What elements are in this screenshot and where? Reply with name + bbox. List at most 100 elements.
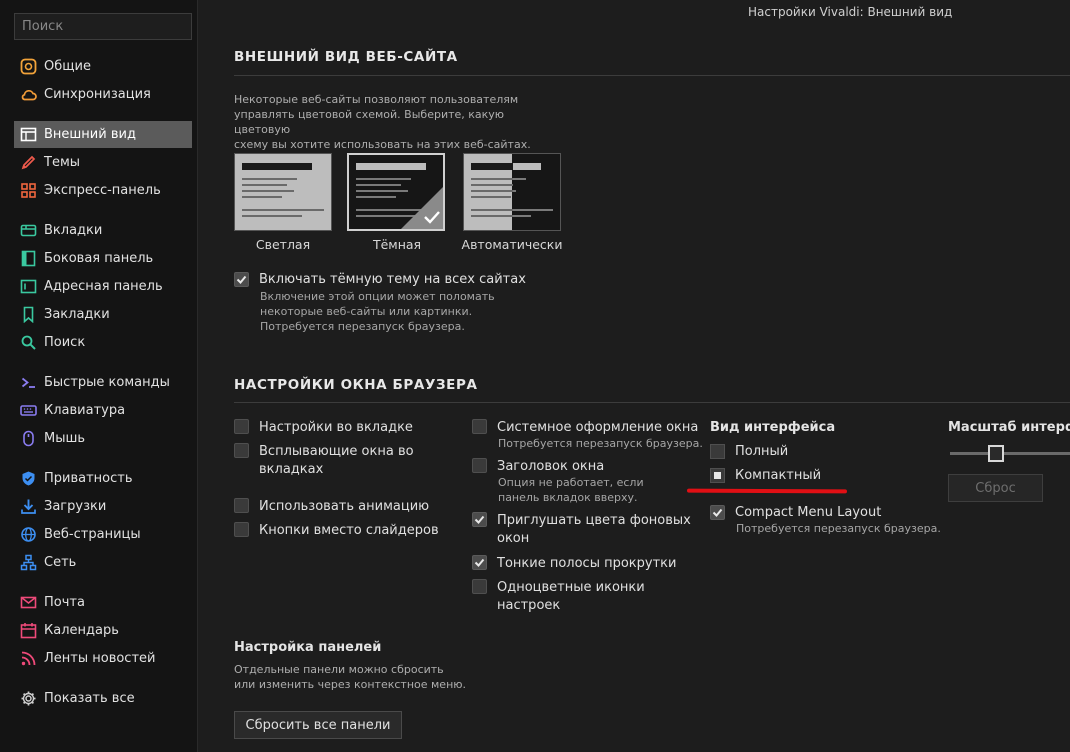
sidebar-item-sync[interactable]: Синхронизация	[14, 81, 192, 108]
sidebar-item-panel[interactable]: Боковая панель	[14, 245, 192, 272]
sidebar-item-bookmarks[interactable]: Закладки	[14, 301, 192, 328]
settings-in-tab-checkbox[interactable]	[234, 419, 249, 434]
sidebar-item-label: Мышь	[44, 431, 86, 446]
sidebar-item-label: Быстрые команды	[44, 375, 170, 390]
section-divider	[234, 75, 1070, 76]
quick-commands-icon	[20, 374, 37, 391]
theme-tile-light[interactable]	[234, 153, 332, 231]
shield-icon	[20, 470, 37, 487]
sidebar-item-feeds[interactable]: Ленты новостей	[14, 645, 192, 672]
panels-title: Настройка панелей	[234, 640, 382, 655]
window-title: Настройки Vivaldi: Внешний вид	[748, 5, 953, 19]
section-title-website-appearance: ВНЕШНИЙ ВИД ВЕБ-САЙТА	[234, 49, 458, 65]
settings-in-tab-label: Настройки во вкладке	[259, 420, 413, 435]
sidebar-item-privacy[interactable]: Приватность	[14, 465, 192, 492]
sidebar-item-search[interactable]: Поиск	[14, 329, 192, 356]
sidebar-item-webpages[interactable]: Веб-страницы	[14, 521, 192, 548]
system-frame-label: Системное оформление окна	[497, 420, 699, 435]
dark-all-sites-note: Включение этой опции может поломать неко…	[260, 290, 495, 333]
speed-dial-icon	[20, 182, 37, 199]
sidebar-item-label: Клавиатура	[44, 403, 126, 418]
ui-zoom-slider-track[interactable]	[950, 452, 1070, 455]
sidebar-item-label: Ленты новостей	[44, 651, 156, 666]
ui-zoom-slider-thumb[interactable]	[987, 445, 1004, 462]
sidebar-item-label: Общие	[44, 59, 91, 74]
compact-menu-checkbox[interactable]	[710, 505, 725, 520]
sidebar-item-speed-dial[interactable]: Экспресс-панель	[14, 177, 192, 204]
dim-background-windows-checkbox[interactable]	[472, 512, 487, 527]
mono-icons-checkbox[interactable]	[472, 579, 487, 594]
sidebar-item-appearance[interactable]: Внешний вид	[14, 121, 192, 148]
check-icon	[712, 508, 723, 517]
theme-tile-dark[interactable]	[347, 153, 445, 231]
settings-sidebar: Общие Синхронизация Внешний вид Темы Экс…	[0, 0, 198, 752]
sidebar-item-label: Внешний вид	[44, 127, 136, 142]
sidebar-item-label: Боковая панель	[44, 251, 154, 266]
ui-zoom-title: Масштаб интерфейса	[948, 420, 1070, 435]
thin-scrollbars-label: Тонкие полосы прокрутки	[497, 556, 677, 571]
network-icon	[20, 554, 37, 571]
ui-zoom-reset-button[interactable]: Сброс	[948, 474, 1043, 502]
theme-label-light: Светлая	[255, 237, 311, 252]
sidebar-item-label: Показать все	[44, 691, 135, 706]
interface-compact-radio[interactable]	[710, 468, 725, 483]
sidebar-item-themes[interactable]: Темы	[14, 149, 192, 176]
sidebar-item-general[interactable]: Общие	[14, 53, 192, 80]
use-animation-checkbox[interactable]	[234, 498, 249, 513]
appearance-icon	[20, 126, 37, 143]
sidebar-item-label: Календарь	[44, 623, 119, 638]
calendar-icon	[20, 622, 37, 639]
check-icon	[474, 558, 485, 567]
system-frame-note: Потребуется перезапуск браузера.	[498, 437, 703, 450]
sidebar-item-label: Сеть	[44, 555, 77, 570]
radio-selected-dot	[714, 472, 721, 479]
sidebar-item-label: Темы	[44, 155, 81, 170]
section-divider	[234, 402, 1070, 403]
window-title-note: Опция не работает, если панель вкладок в…	[498, 476, 644, 504]
interface-compact-label: Компактный	[735, 468, 822, 483]
section-title-browser-window: НАСТРОЙКИ ОКНА БРАУЗЕРА	[234, 377, 478, 393]
system-frame-checkbox[interactable]	[472, 419, 487, 434]
interface-full-radio[interactable]	[710, 444, 725, 459]
cloud-icon	[20, 86, 37, 103]
sidebar-item-show-all[interactable]: Показать все	[14, 685, 192, 712]
popups-in-tabs-checkbox[interactable]	[234, 443, 249, 458]
feed-icon	[20, 650, 37, 667]
theme-tile-auto[interactable]	[463, 153, 561, 231]
buttons-instead-sliders-checkbox[interactable]	[234, 522, 249, 537]
window-title-label: Заголовок окна	[497, 459, 605, 474]
panels-description: Отдельные панели можно сбросить или изме…	[234, 663, 467, 691]
mono-icons-label: Одноцветные иконки настроек	[497, 580, 645, 613]
themes-icon	[20, 154, 37, 171]
popups-in-tabs-label: Всплывающие окна во вкладках	[259, 444, 414, 477]
theme-label-dark: Тёмная	[372, 237, 422, 252]
window-title-checkbox[interactable]	[472, 458, 487, 473]
sidebar-item-mouse[interactable]: Мышь	[14, 425, 192, 452]
sidebar-item-label: Экспресс-панель	[44, 183, 161, 198]
sidebar-item-address-bar[interactable]: Адресная панель	[14, 273, 192, 300]
sidebar-item-downloads[interactable]: Загрузки	[14, 493, 192, 520]
keyboard-icon	[20, 402, 37, 419]
sidebar-item-calendar[interactable]: Календарь	[14, 617, 192, 644]
highlight-underline	[686, 488, 848, 494]
reset-all-panels-button[interactable]: Сбросить все панели	[234, 711, 402, 739]
sidebar-item-mail[interactable]: Почта	[14, 589, 192, 616]
thin-scrollbars-checkbox[interactable]	[472, 555, 487, 570]
compact-menu-label: Compact Menu Layout	[735, 505, 882, 520]
sidebar-item-tabs[interactable]: Вкладки	[14, 217, 192, 244]
sidebar-item-label: Загрузки	[44, 499, 107, 514]
dim-background-windows-label: Приглушать цвета фоновых окон	[497, 513, 691, 546]
sidebar-item-keyboard[interactable]: Клавиатура	[14, 397, 192, 424]
interface-view-title: Вид интерфейса	[710, 420, 836, 435]
sidebar-item-label: Адресная панель	[44, 279, 163, 294]
sidebar-item-network[interactable]: Сеть	[14, 549, 192, 576]
use-animation-label: Использовать анимацию	[259, 499, 430, 514]
theme-label-auto: Автоматически	[461, 237, 563, 252]
search-input[interactable]	[14, 13, 192, 40]
bookmark-icon	[20, 306, 37, 323]
sidebar-item-label: Поиск	[44, 335, 86, 350]
sidebar-item-quick-commands[interactable]: Быстрые команды	[14, 369, 192, 396]
buttons-instead-sliders-label: Кнопки вместо слайдеров	[259, 523, 439, 538]
search-icon	[20, 334, 37, 351]
dark-all-sites-checkbox[interactable]	[234, 272, 249, 287]
